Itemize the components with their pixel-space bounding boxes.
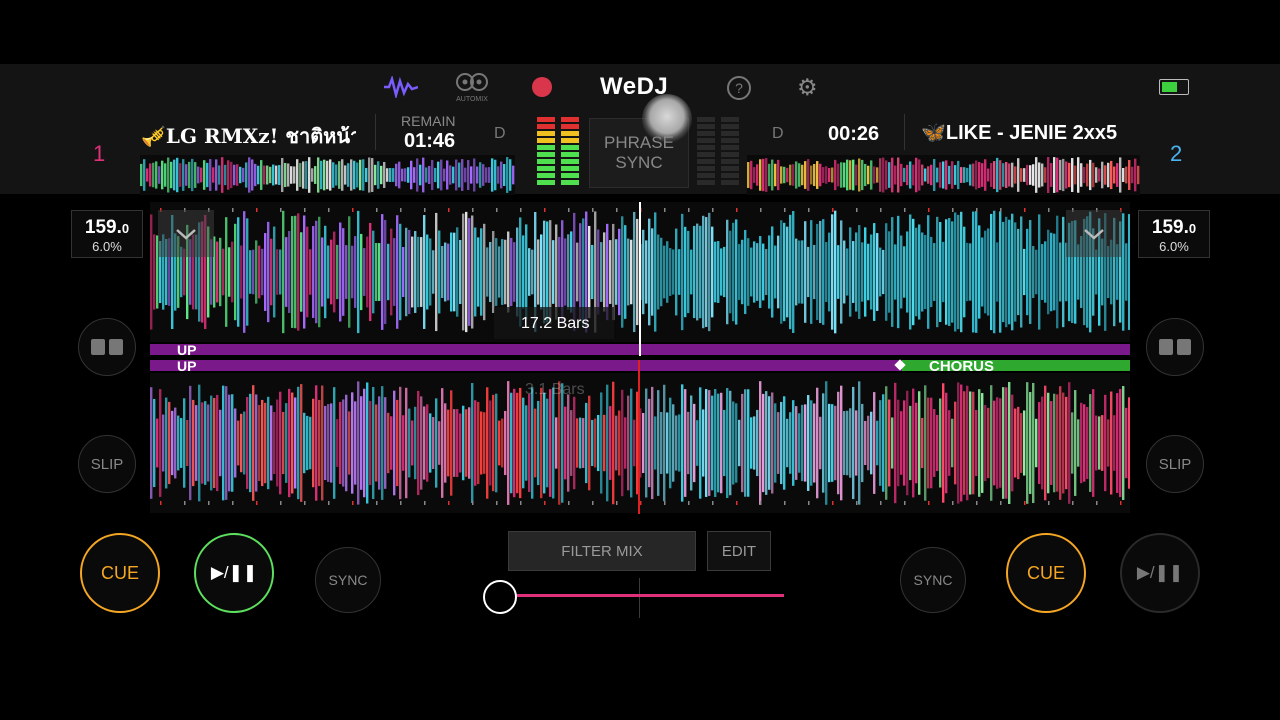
deck1-number: 1 xyxy=(93,141,106,166)
deck2-level-meter xyxy=(697,117,745,194)
deck1-slip-button[interactable]: SLIP xyxy=(78,435,136,493)
deck1-play-pause-button[interactable]: ▶/❚❚ xyxy=(194,533,274,613)
deck2-bpm: 159. xyxy=(1151,217,1189,238)
edit-button[interactable]: EDIT xyxy=(707,531,771,571)
deck1-pitch: 6.0% xyxy=(92,239,122,254)
deck1-phrase-label: UP xyxy=(177,342,197,358)
deck1-bpm: 159. xyxy=(84,217,122,238)
chevron-down-icon xyxy=(176,228,196,240)
crossfader-track[interactable] xyxy=(500,594,784,597)
filter-mix-button[interactable]: FILTER MIX xyxy=(508,531,696,571)
divider xyxy=(904,114,905,150)
deck1-bars-label: 17.2 Bars xyxy=(521,315,590,332)
deck2-layout-toggle[interactable] xyxy=(1146,318,1204,376)
deck2-phrase-label: UP xyxy=(177,358,197,374)
help-icon[interactable]: ? xyxy=(727,76,751,100)
automix-label: AUTOMIX xyxy=(456,96,488,103)
waveform-icon[interactable] xyxy=(384,74,419,103)
phrase-sync-line2: SYNC xyxy=(615,153,663,172)
deck1-remain-label: REMAIN xyxy=(401,113,456,129)
automix-icon xyxy=(456,73,488,91)
deck2-waveform[interactable] xyxy=(150,373,1130,513)
deck1-level-meter xyxy=(537,117,585,194)
deck2-collapse-button[interactable] xyxy=(1066,210,1122,257)
crossfader-center-mark xyxy=(639,578,640,618)
deck2-slip-button[interactable]: SLIP xyxy=(1146,435,1204,493)
deck1-cue-button[interactable]: CUE xyxy=(80,533,160,613)
deck2-sync-button[interactable]: SYNC xyxy=(900,547,966,613)
touch-indicator xyxy=(642,94,692,144)
deck2-cue-button[interactable]: CUE xyxy=(1006,533,1086,613)
deck1-playhead xyxy=(639,202,641,356)
deck2-phrase-bar xyxy=(150,360,902,371)
deck1-overview-waveform[interactable] xyxy=(140,155,515,195)
deck1-bpm-decimal: 0 xyxy=(121,221,130,236)
split-view-icon xyxy=(91,339,123,355)
deck2-bpm-display[interactable]: 159.0 6.0% xyxy=(1138,210,1210,258)
deck2-d-label: D xyxy=(772,125,784,142)
battery-icon xyxy=(1159,79,1189,95)
deck1-bpm-display[interactable]: 159.0 6.0% xyxy=(71,210,143,258)
deck1-sync-button[interactable]: SYNC xyxy=(315,547,381,613)
deck2-overview-waveform[interactable] xyxy=(747,155,1140,195)
deck2-playhead xyxy=(638,360,640,514)
record-icon[interactable] xyxy=(532,77,552,97)
deck2-track-title[interactable]: 🦋LIKE - JENIE 2xx5 xyxy=(921,120,1133,145)
deck1-layout-toggle[interactable] xyxy=(78,318,136,376)
gear-icon[interactable]: ⚙ xyxy=(797,74,818,101)
crossfader-handle[interactable] xyxy=(483,580,517,614)
deck1-track-title[interactable]: 🎺LG RMXz! ชาติหน้า xyxy=(141,120,356,152)
deck2-bpm-decimal: 0 xyxy=(1188,221,1197,236)
deck2-bars-label: 3.1 Bars xyxy=(525,381,585,398)
deck1-d-label: D xyxy=(494,125,506,142)
chevron-down-icon xyxy=(1084,228,1104,240)
deck2-number: 2 xyxy=(1170,141,1183,166)
deck1-time: 01:46 xyxy=(404,130,456,152)
deck2-time: 00:26 xyxy=(828,123,880,145)
deck2-pitch: 6.0% xyxy=(1159,239,1189,254)
split-view-icon xyxy=(1159,339,1191,355)
deck2-play-pause-button[interactable]: ▶/❚❚ xyxy=(1120,533,1200,613)
automix-button[interactable]: AUTOMIX xyxy=(452,72,492,103)
divider xyxy=(375,114,376,150)
deck1-collapse-button[interactable] xyxy=(158,210,214,257)
